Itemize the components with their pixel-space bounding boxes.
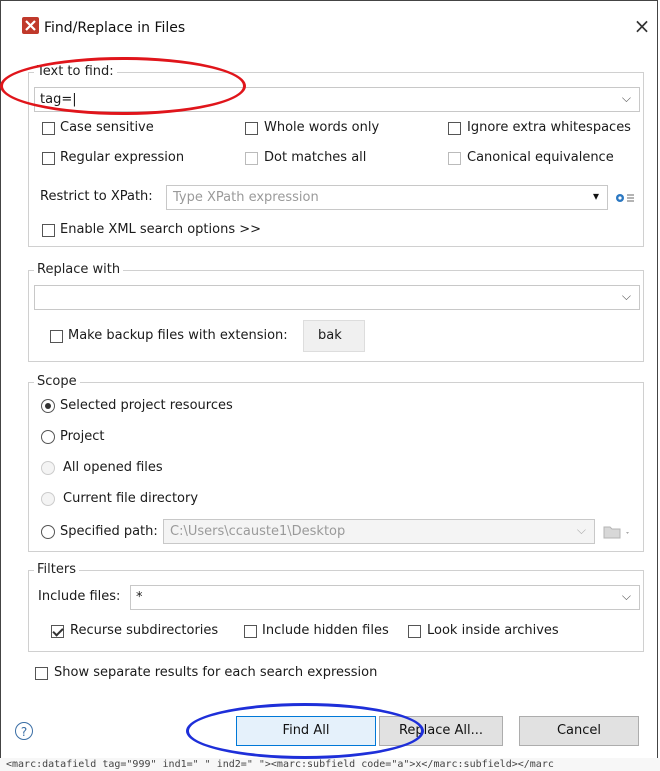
scope-radio-opened-files[interactable] — [41, 461, 55, 475]
regex-checkbox[interactable] — [42, 152, 55, 165]
title-bar: Find/Replace in Files × — [0, 0, 660, 56]
filters-legend: Filters — [34, 562, 79, 577]
chevron-down-icon[interactable]: ⌵ — [622, 589, 631, 604]
recurse-label: Recurse subdirectories — [70, 623, 219, 638]
editor-background-text: <marc:datafield tag="999" ind1=" " ind2=… — [0, 758, 660, 771]
window-title: Find/Replace in Files — [44, 20, 186, 36]
hidden-files-checkbox[interactable] — [244, 625, 257, 638]
app-logo-icon — [22, 17, 39, 34]
gear-icon[interactable] — [614, 190, 636, 206]
include-files-input[interactable]: * ⌵ — [130, 585, 640, 610]
backup-label: Make backup files with extension: — [68, 328, 288, 343]
dot-matches-checkbox[interactable] — [245, 152, 258, 165]
chevron-down-icon[interactable]: ▾ — [593, 189, 599, 203]
canonical-label: Canonical equivalence — [467, 150, 614, 165]
ignore-whitespace-checkbox[interactable] — [448, 122, 461, 135]
xpath-placeholder: Type XPath expression — [173, 190, 319, 205]
xml-options-label[interactable]: Enable XML search options >> — [60, 222, 261, 237]
find-input-value: tag=| — [40, 92, 77, 107]
scope-radio-project[interactable] — [41, 430, 55, 444]
scope-radio-specified-path[interactable] — [41, 525, 55, 539]
backup-extension-value: bak — [318, 328, 342, 343]
separate-results-checkbox[interactable] — [35, 667, 48, 680]
archives-label: Look inside archives — [427, 623, 559, 638]
specified-path-input[interactable]: C:\Users\ccauste1\Desktop ⌵ — [163, 519, 595, 544]
replace-all-button[interactable]: Replace All... — [379, 716, 503, 746]
backup-checkbox[interactable] — [50, 330, 63, 343]
specified-path-value: C:\Users\ccauste1\Desktop — [170, 524, 346, 539]
find-all-button[interactable]: Find All — [236, 716, 376, 746]
case-sensitive-checkbox[interactable] — [42, 122, 55, 135]
find-input[interactable]: tag=| ⌵ — [34, 87, 640, 112]
scope-radio-selected-resources[interactable] — [41, 399, 55, 413]
scope-radio-current-dir[interactable] — [41, 492, 55, 506]
whole-words-checkbox[interactable] — [245, 122, 258, 135]
scope-label-selected-resources: Selected project resources — [60, 398, 233, 413]
backup-extension-field[interactable]: bak — [303, 320, 365, 352]
scope-label-current-dir: Current file directory — [63, 491, 199, 506]
hidden-files-label: Include hidden files — [262, 623, 389, 638]
close-icon[interactable]: × — [632, 14, 652, 38]
dot-matches-label: Dot matches all — [264, 150, 367, 165]
chevron-down-icon[interactable]: ⌵ — [577, 523, 586, 538]
xml-options-checkbox[interactable] — [42, 224, 55, 237]
scope-legend: Scope — [34, 374, 80, 389]
xpath-label: Restrict to XPath: — [40, 189, 153, 204]
regex-label: Regular expression — [60, 150, 185, 165]
replace-legend: Replace with — [34, 262, 124, 277]
case-sensitive-label: Case sensitive — [60, 120, 154, 135]
recurse-checkbox[interactable] — [51, 625, 64, 638]
find-legend: Text to find: — [34, 64, 117, 79]
ignore-whitespace-label: Ignore extra whitespaces — [467, 120, 631, 135]
xpath-input[interactable]: Type XPath expression ▾ — [166, 185, 608, 210]
chevron-down-icon[interactable]: ⌵ — [622, 289, 631, 304]
folder-icon[interactable] — [602, 524, 632, 540]
include-files-label: Include files: — [38, 589, 121, 604]
archives-checkbox[interactable] — [408, 625, 421, 638]
whole-words-label: Whole words only — [264, 120, 380, 135]
replace-input[interactable]: ⌵ — [34, 285, 640, 310]
cancel-button[interactable]: Cancel — [519, 716, 639, 746]
include-files-value: * — [136, 590, 143, 605]
separate-results-label: Show separate results for each search ex… — [54, 665, 378, 680]
scope-label-specified-path: Specified path: — [60, 524, 158, 539]
scope-label-project: Project — [60, 429, 105, 444]
scope-label-opened-files: All opened files — [63, 460, 163, 475]
canonical-checkbox[interactable] — [448, 152, 461, 165]
help-icon[interactable]: ? — [15, 722, 33, 740]
chevron-down-icon[interactable]: ⌵ — [622, 91, 631, 106]
filters-group — [28, 570, 644, 652]
